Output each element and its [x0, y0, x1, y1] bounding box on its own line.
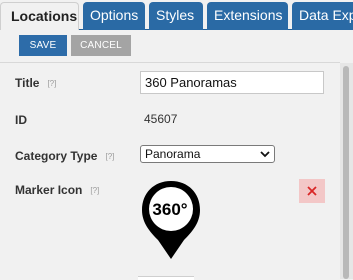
tab-styles[interactable]: Styles: [149, 2, 203, 30]
tab-extensions[interactable]: Extensions: [207, 2, 288, 30]
next-field-input[interactable]: [138, 276, 194, 280]
id-label: ID: [15, 113, 27, 127]
tab-data-export[interactable]: Data Expo: [292, 2, 353, 30]
marker-icon-text: 360°: [152, 200, 187, 219]
category-help-icon[interactable]: [?]: [105, 152, 114, 161]
marker-icon-label: Marker Icon [?]: [15, 183, 99, 197]
scrollbar-thumb[interactable]: [343, 66, 349, 279]
cancel-button[interactable]: CANCEL: [71, 35, 131, 56]
title-label-text: Title: [15, 76, 40, 90]
category-type-label: Category Type [?]: [15, 149, 114, 163]
category-type-label-text: Category Type: [15, 149, 98, 163]
title-help-icon[interactable]: [?]: [47, 79, 56, 88]
toolbar-divider: [0, 62, 340, 63]
tab-locations[interactable]: Locations: [0, 2, 79, 31]
id-value: 45607: [144, 112, 178, 126]
toolbar: SAVE CANCEL: [0, 30, 353, 62]
remove-marker-button[interactable]: [299, 179, 325, 203]
marker-icon-label-text: Marker Icon: [15, 183, 83, 197]
category-type-select[interactable]: Panorama: [140, 145, 275, 163]
chevron-down-icon: [260, 151, 270, 158]
title-input[interactable]: [140, 71, 324, 94]
save-button[interactable]: SAVE: [19, 35, 67, 56]
marker-help-icon[interactable]: [?]: [90, 186, 99, 195]
tab-options[interactable]: Options: [83, 2, 145, 30]
marker-pin-360-icon: 360°: [142, 181, 200, 259]
title-label: Title [?]: [15, 76, 56, 90]
close-icon: [307, 186, 317, 196]
tab-bar: Locations Options Styles Extensions Data…: [0, 0, 353, 31]
category-type-value: Panorama: [145, 147, 201, 161]
